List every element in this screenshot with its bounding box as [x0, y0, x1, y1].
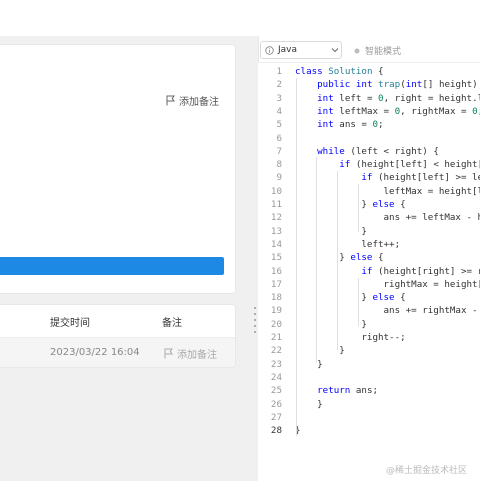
drag-handle-dot [254, 331, 256, 333]
indent-guide [358, 184, 359, 232]
submit-time-cell: 2023/03/22 16:04 [50, 347, 140, 358]
line-number: 16 [270, 265, 282, 277]
code-line: } [295, 398, 323, 410]
code-line: rightMax = height[r [295, 278, 480, 290]
code-line: } [295, 358, 323, 370]
column-header-note: 备注 [162, 318, 182, 329]
row-note-label: 添加备注 [177, 350, 217, 361]
line-number: 11 [270, 199, 282, 210]
code-line: class Solution { [295, 66, 384, 77]
language-label: Java [278, 45, 298, 55]
line-number: 24 [270, 371, 282, 383]
line-number: 2 [276, 79, 282, 91]
code-line: right--; [295, 332, 406, 343]
line-number: 14 [270, 238, 282, 250]
code-line: int left = 0, right = height.le [317, 92, 480, 104]
line-number: 22 [270, 345, 282, 357]
code-line: } else { [295, 252, 384, 264]
line-number: 15 [270, 252, 282, 264]
smart-mode-label: 智能模式 [365, 47, 402, 57]
flag-icon [164, 348, 173, 359]
code-line: if (height[right] >= ri [361, 265, 480, 277]
line-number: 20 [270, 318, 282, 330]
code-line: public int trap(int[] height) { [317, 79, 478, 91]
line-number: 18 [270, 292, 282, 304]
line-number: 23 [270, 358, 282, 370]
code-line: return ans; [317, 385, 379, 397]
submission-table: 提交时间 备注 2023/03/22 16:04 添加备注 [0, 304, 236, 368]
table-row[interactable]: 2023/03/22 16:04 添加备注 [0, 338, 235, 367]
column-header-submit-time: 提交时间 [50, 318, 90, 329]
line-number: 19 [270, 305, 282, 317]
line-number: 9 [276, 172, 282, 184]
line-number: 4 [276, 105, 282, 117]
code-line: left++; [295, 238, 401, 250]
flag-icon [166, 95, 175, 106]
progress-bar [0, 257, 224, 275]
drag-handle-dot [254, 313, 256, 315]
indent-guide [296, 78, 297, 436]
line-number: 5 [276, 119, 282, 131]
line-number: 10 [270, 185, 282, 197]
line-number: 3 [276, 92, 282, 104]
add-note-label: 添加备注 [179, 97, 219, 108]
line-number: 12 [270, 212, 282, 224]
code-line: int ans = 0; [317, 119, 384, 131]
line-number: 6 [276, 132, 282, 144]
submission-detail-card: 添加备注 [0, 44, 236, 294]
code-line: } [295, 318, 367, 330]
code-line: } else { [295, 199, 406, 210]
indent-guide [358, 278, 359, 326]
indent-guide [316, 157, 317, 363]
language-select[interactable]: Java [260, 41, 342, 59]
watermark: @稀土掘金技术社区 [386, 466, 468, 476]
line-number: 8 [276, 159, 282, 171]
code-line: if (height[left] >= lef [361, 172, 480, 184]
code-line: if (height[left] < height[ri [339, 159, 480, 171]
dot-icon [354, 48, 360, 53]
indent-guide [337, 171, 338, 350]
code-line: leftMax = height[le [295, 185, 480, 197]
info-icon [265, 45, 274, 55]
line-number: 25 [270, 385, 282, 397]
line-number: 1 [276, 66, 282, 77]
add-note-button[interactable]: 添加备注 [166, 93, 219, 108]
drag-handle-dot [254, 319, 256, 321]
line-number: 28 [270, 425, 282, 437]
line-number: 21 [270, 332, 282, 343]
line-number: 17 [270, 278, 282, 290]
drag-handle-dot [254, 307, 256, 309]
line-number: 27 [270, 411, 282, 423]
line-number: 26 [270, 398, 282, 410]
chevron-down-icon [331, 48, 339, 53]
table-header: 提交时间 备注 [0, 305, 235, 338]
row-add-note-button[interactable]: 添加备注 [164, 346, 217, 361]
smart-mode-toggle[interactable]: 智能模式 [354, 44, 401, 57]
code-line: ans += rightMax - h [295, 305, 480, 317]
line-number: 13 [270, 225, 282, 237]
code-line: ans += leftMax - he [295, 212, 480, 224]
code-line: int leftMax = 0, rightMax = 0; [317, 105, 480, 117]
line-number: 7 [276, 145, 282, 157]
code-line: } [295, 225, 367, 237]
top-toolbar [0, 0, 480, 37]
code-line: } else { [295, 292, 406, 304]
drag-handle-dot [254, 325, 256, 327]
